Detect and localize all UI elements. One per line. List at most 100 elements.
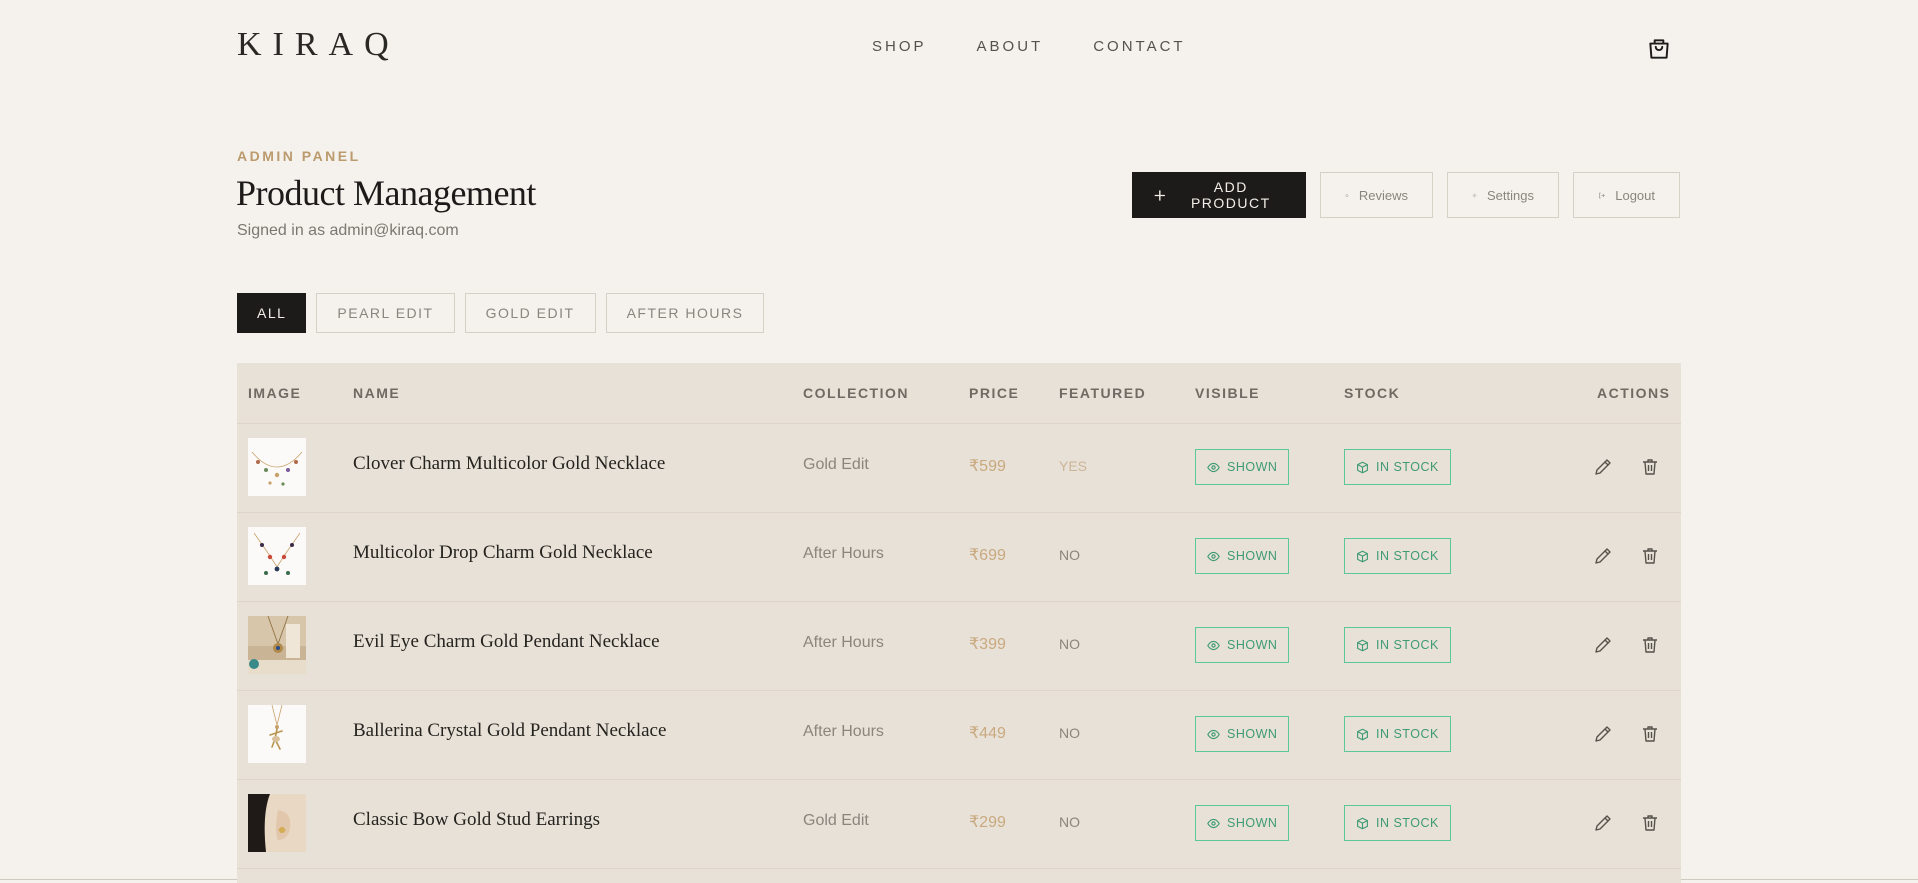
stock-badge[interactable]: IN STOCK (1344, 805, 1451, 841)
trash-icon[interactable] (1640, 724, 1660, 744)
package-icon (1357, 550, 1368, 562)
product-featured[interactable]: NO (1059, 547, 1080, 563)
eye-icon (1207, 818, 1220, 828)
visibility-badge[interactable]: SHOWN (1195, 805, 1290, 841)
logo[interactable]: KIRAQ (237, 26, 400, 64)
product-name: Classic Bow Gold Stud Earrings (353, 809, 600, 830)
filter-after-hours[interactable]: AFTER HOURS (605, 293, 765, 333)
stock-label: IN STOCK (1376, 638, 1439, 652)
nav-shop[interactable]: SHOP (872, 38, 927, 55)
stock-label: IN STOCK (1376, 816, 1439, 830)
trash-icon[interactable] (1640, 546, 1660, 566)
plus-icon (1154, 189, 1165, 201)
main-nav: SHOP ABOUT CONTACT (872, 38, 1186, 55)
eye-icon (1207, 640, 1220, 650)
eye-icon (1207, 729, 1220, 739)
header-image: IMAGE (248, 385, 302, 401)
logout-icon (1599, 192, 1605, 198)
product-thumbnail (248, 705, 306, 763)
table-row: Clover Charm Multicolor Gold Necklace Go… (237, 423, 1681, 513)
product-collection: Gold Edit (803, 812, 869, 829)
visibility-badge[interactable]: SHOWN (1195, 716, 1290, 752)
settings-label: Settings (1487, 187, 1534, 203)
product-name: Ballerina Crystal Gold Pendant Necklace (353, 720, 667, 741)
product-collection: Gold Edit (803, 456, 869, 473)
stock-badge[interactable]: IN STOCK (1344, 716, 1451, 752)
eye-icon (1207, 551, 1220, 561)
product-thumbnail (248, 438, 306, 496)
product-featured[interactable]: NO (1059, 725, 1080, 741)
table-header: IMAGE NAME COLLECTION PRICE FEATURED VIS… (237, 363, 1681, 424)
eye-icon (1207, 462, 1220, 472)
page-title: Product Management (236, 173, 536, 213)
product-featured[interactable]: YES (1059, 458, 1087, 474)
trash-icon[interactable] (1640, 813, 1660, 833)
trash-icon[interactable] (1640, 457, 1660, 477)
product-collection: After Hours (803, 545, 884, 562)
reviews-label: Reviews (1358, 187, 1408, 203)
table-row: Classic Bow Gold Stud Earrings Gold Edit… (237, 779, 1681, 869)
table-row: Multicolor Drop Charm Gold Necklace Afte… (237, 512, 1681, 602)
visibility-label: SHOWN (1227, 549, 1278, 563)
stock-label: IN STOCK (1376, 549, 1439, 563)
shopping-bag-icon[interactable] (1646, 36, 1672, 62)
nav-contact[interactable]: CONTACT (1093, 38, 1185, 55)
visibility-badge[interactable]: SHOWN (1195, 538, 1290, 574)
product-collection: After Hours (803, 723, 884, 740)
admin-actions: ADD PRODUCT Reviews Settings Logout (1132, 172, 1680, 218)
product-price: ₹399 (969, 636, 1006, 653)
package-icon (1357, 639, 1368, 651)
product-price: ₹699 (969, 547, 1006, 564)
stock-badge[interactable]: IN STOCK (1344, 449, 1451, 485)
filter-all[interactable]: ALL (237, 293, 307, 333)
pencil-icon[interactable] (1593, 635, 1613, 655)
visibility-label: SHOWN (1227, 638, 1278, 652)
pencil-icon[interactable] (1593, 724, 1613, 744)
product-thumbnail (248, 794, 306, 852)
trash-icon[interactable] (1640, 635, 1660, 655)
package-icon (1357, 817, 1368, 829)
product-name: Multicolor Drop Charm Gold Necklace (353, 542, 653, 563)
pencil-icon[interactable] (1593, 457, 1613, 477)
visibility-badge[interactable]: SHOWN (1195, 449, 1290, 485)
product-price: ₹599 (969, 458, 1006, 475)
visibility-badge[interactable]: SHOWN (1195, 627, 1290, 663)
header-actions: ACTIONS (1597, 385, 1671, 401)
products-table: IMAGE NAME COLLECTION PRICE FEATURED VIS… (237, 363, 1681, 883)
stock-label: IN STOCK (1376, 460, 1439, 474)
visibility-label: SHOWN (1227, 460, 1278, 474)
header-featured: FEATURED (1059, 385, 1147, 401)
pencil-icon[interactable] (1593, 813, 1613, 833)
filter-gold-edit[interactable]: GOLD EDIT (464, 293, 596, 333)
logout-button[interactable]: Logout (1573, 172, 1680, 218)
product-collection: After Hours (803, 634, 884, 651)
stock-badge[interactable]: IN STOCK (1344, 538, 1451, 574)
product-price: ₹449 (969, 725, 1006, 742)
site-header: KIRAQ SHOP ABOUT CONTACT (0, 0, 1918, 100)
add-product-label: ADD PRODUCT (1190, 179, 1271, 211)
product-price: ₹299 (969, 814, 1006, 831)
collection-filters: ALL PEARL EDIT GOLD EDIT AFTER HOURS (237, 293, 765, 333)
product-featured[interactable]: NO (1059, 814, 1080, 830)
header-stock: STOCK (1344, 385, 1401, 401)
header-price: PRICE (969, 385, 1020, 401)
reviews-button[interactable]: Reviews (1320, 172, 1433, 218)
product-thumbnail (248, 616, 306, 674)
table-row: Evil Eye Charm Gold Pendant Necklace Aft… (237, 601, 1681, 691)
add-product-button[interactable]: ADD PRODUCT (1132, 172, 1306, 218)
header-collection: COLLECTION (803, 385, 909, 401)
pencil-icon[interactable] (1593, 546, 1613, 566)
nav-about[interactable]: ABOUT (977, 38, 1044, 55)
visibility-label: SHOWN (1227, 727, 1278, 741)
product-thumbnail (248, 527, 306, 585)
stock-badge[interactable]: IN STOCK (1344, 627, 1451, 663)
product-name: Clover Charm Multicolor Gold Necklace (353, 453, 666, 474)
header-name: NAME (353, 385, 401, 401)
product-featured[interactable]: NO (1059, 636, 1080, 652)
settings-button[interactable]: Settings (1447, 172, 1559, 218)
filter-pearl-edit[interactable]: PEARL EDIT (316, 293, 455, 333)
gear-icon (1472, 192, 1477, 198)
admin-panel-eyebrow: ADMIN PANEL (237, 148, 361, 164)
package-icon (1357, 461, 1368, 473)
table-row: Ballerina Crystal Gold Pendant Necklace … (237, 690, 1681, 780)
